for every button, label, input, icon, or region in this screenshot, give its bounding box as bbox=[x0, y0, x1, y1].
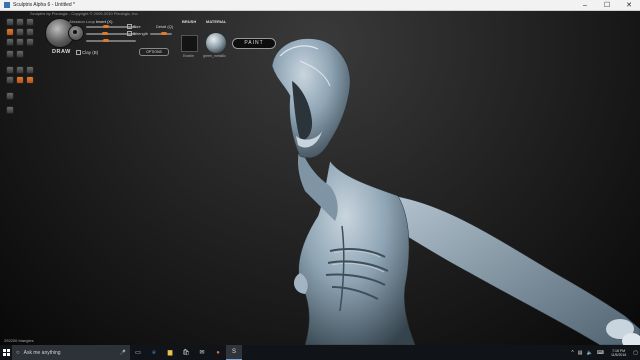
brush-texture-slot[interactable] bbox=[181, 35, 198, 52]
tool-button[interactable] bbox=[6, 76, 14, 84]
title-bar: Sculptris Alpha 6 - Untitled * – ☐ ✕ bbox=[0, 0, 640, 11]
brush-heading: BRUSH bbox=[182, 19, 197, 24]
triangle-count: 292200 triangles bbox=[4, 338, 34, 343]
tool-button[interactable] bbox=[16, 18, 24, 26]
tool-button[interactable] bbox=[6, 106, 14, 114]
minimize-button[interactable]: – bbox=[574, 0, 596, 10]
window-title: Sculptris Alpha 6 - Untitled * bbox=[13, 2, 75, 8]
tab-abrasion[interactable]: Abrasion bbox=[69, 19, 85, 24]
search-icon: ○ bbox=[16, 349, 20, 356]
detail-slider-knob[interactable] bbox=[103, 39, 109, 42]
tool-button[interactable] bbox=[6, 38, 14, 46]
size-slider-knob[interactable] bbox=[103, 25, 109, 28]
tool-button[interactable] bbox=[16, 38, 24, 46]
tool-button[interactable] bbox=[6, 50, 14, 58]
tool-button[interactable] bbox=[26, 66, 34, 74]
microphone-icon[interactable]: 🎤 bbox=[120, 350, 126, 356]
network-icon[interactable]: ▤ bbox=[578, 350, 583, 356]
store-icon[interactable]: 🛍 bbox=[178, 345, 194, 360]
sculptris-taskbar-icon[interactable]: S bbox=[226, 345, 242, 360]
tool-button[interactable] bbox=[6, 18, 14, 26]
clock[interactable]: 7:18 PM 11/5/2016 bbox=[609, 349, 628, 357]
strength-checkbox[interactable] bbox=[127, 31, 132, 37]
app-icon bbox=[4, 2, 10, 8]
options-button[interactable]: OPTIONS bbox=[139, 48, 169, 56]
mail-icon[interactable]: ✉ bbox=[194, 345, 210, 360]
keyboard-icon[interactable]: ⌨ bbox=[597, 350, 604, 356]
tool-button[interactable] bbox=[16, 50, 24, 58]
task-view-icon[interactable]: ▭ bbox=[130, 345, 146, 360]
volume-icon[interactable]: 🔈 bbox=[587, 350, 593, 356]
material-preview[interactable] bbox=[206, 33, 226, 53]
copyright-line: Sculptris by Pixologic - Copyright © 200… bbox=[30, 11, 139, 16]
tool-button[interactable] bbox=[16, 28, 24, 36]
sculpt-model[interactable] bbox=[0, 11, 640, 345]
brush-dot-icon bbox=[73, 30, 77, 34]
tool-button[interactable] bbox=[26, 18, 34, 26]
notifications-icon[interactable]: ▢ bbox=[633, 350, 638, 356]
tab-loop[interactable]: Loop bbox=[86, 19, 95, 24]
maximize-button[interactable]: ☐ bbox=[596, 0, 618, 10]
strength-slider-knob[interactable] bbox=[102, 32, 108, 35]
taskbar: ○ Ask me anything 🎤 ▭ e ▆ 🛍 ✉ ● S ^ ▤ 🔈 … bbox=[0, 345, 640, 360]
material-heading: MATERIAL bbox=[206, 19, 227, 24]
strength-label: Strength bbox=[127, 31, 148, 37]
detail-label: Detail (Q) bbox=[156, 24, 174, 29]
clay-checkbox[interactable] bbox=[76, 50, 81, 56]
wireframe-button[interactable] bbox=[26, 76, 34, 84]
draw-tool-button[interactable] bbox=[6, 28, 14, 36]
close-button[interactable]: ✕ bbox=[618, 0, 640, 10]
draw-label: DRAW bbox=[52, 49, 71, 55]
edge-browser-icon[interactable]: e bbox=[146, 345, 162, 360]
size-label: Size bbox=[127, 24, 141, 30]
brush-tabs: Abrasion Loop Invert (X) bbox=[69, 19, 112, 24]
clock-date: 11/5/2016 bbox=[610, 352, 627, 357]
sculpt-viewport[interactable]: Sculptris by Pixologic - Copyright © 200… bbox=[0, 11, 640, 345]
system-tray: ^ ▤ 🔈 ⌨ 7:18 PM 11/5/2016 ▢ bbox=[569, 345, 640, 360]
tool-button[interactable] bbox=[6, 92, 14, 100]
search-placeholder: Ask me anything bbox=[23, 349, 61, 356]
start-button[interactable] bbox=[0, 345, 12, 360]
tab-invert[interactable]: Invert (X) bbox=[96, 19, 112, 24]
tool-button[interactable] bbox=[6, 66, 14, 74]
detail-amount-knob[interactable] bbox=[161, 32, 167, 35]
clay-toggle[interactable]: Clay (B) bbox=[76, 50, 98, 56]
tool-button[interactable] bbox=[26, 28, 34, 36]
brush-enable-label[interactable]: Enable bbox=[183, 54, 194, 58]
search-box[interactable]: ○ Ask me anything 🎤 bbox=[12, 345, 130, 360]
detail-slider[interactable] bbox=[86, 40, 136, 42]
size-checkbox[interactable] bbox=[127, 24, 132, 30]
material-name: green_metallic bbox=[203, 54, 226, 58]
file-explorer-icon[interactable]: ▆ bbox=[162, 345, 178, 360]
symmetry-button[interactable] bbox=[16, 76, 24, 84]
windows-logo-icon bbox=[2, 349, 10, 356]
tool-button[interactable] bbox=[16, 66, 24, 74]
tray-expand-icon[interactable]: ^ bbox=[571, 350, 573, 356]
firefox-icon[interactable]: ● bbox=[210, 345, 226, 360]
paint-button[interactable]: PAINT bbox=[232, 38, 276, 49]
tool-button[interactable] bbox=[26, 38, 34, 46]
